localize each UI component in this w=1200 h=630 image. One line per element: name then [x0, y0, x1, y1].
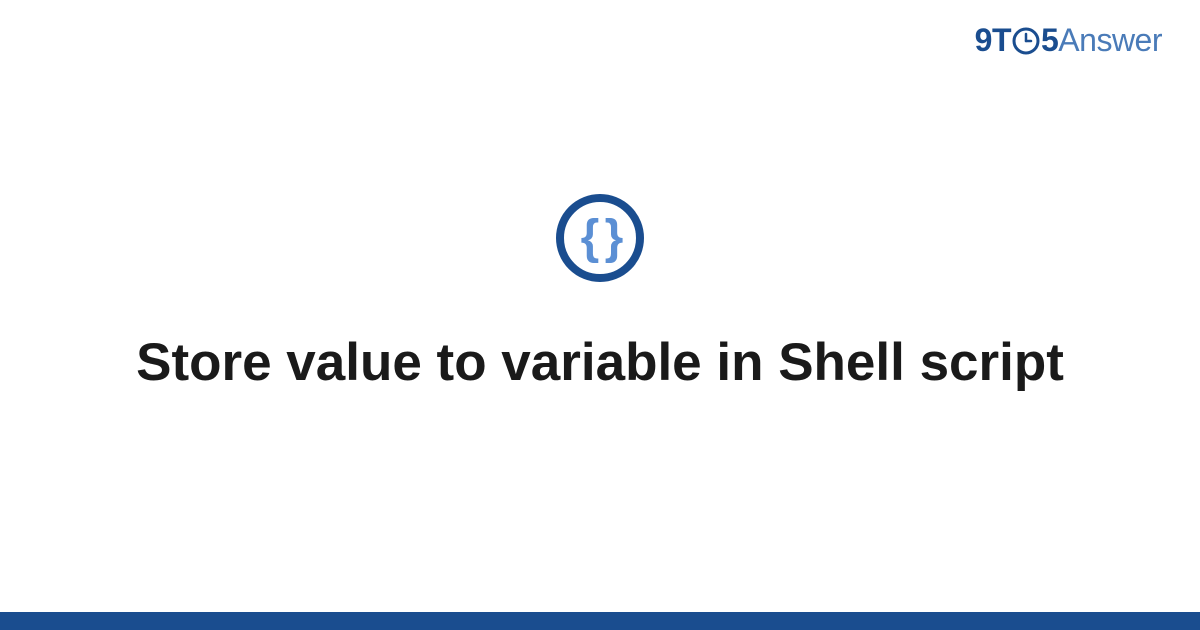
- page-title: Store value to variable in Shell script: [136, 330, 1064, 396]
- braces-glyph: { }: [581, 214, 620, 262]
- topic-icon-wrapper: { }: [556, 194, 644, 282]
- footer-accent-bar: [0, 612, 1200, 630]
- main-content: { } Store value to variable in Shell scr…: [0, 0, 1200, 630]
- code-braces-icon: { }: [556, 194, 644, 282]
